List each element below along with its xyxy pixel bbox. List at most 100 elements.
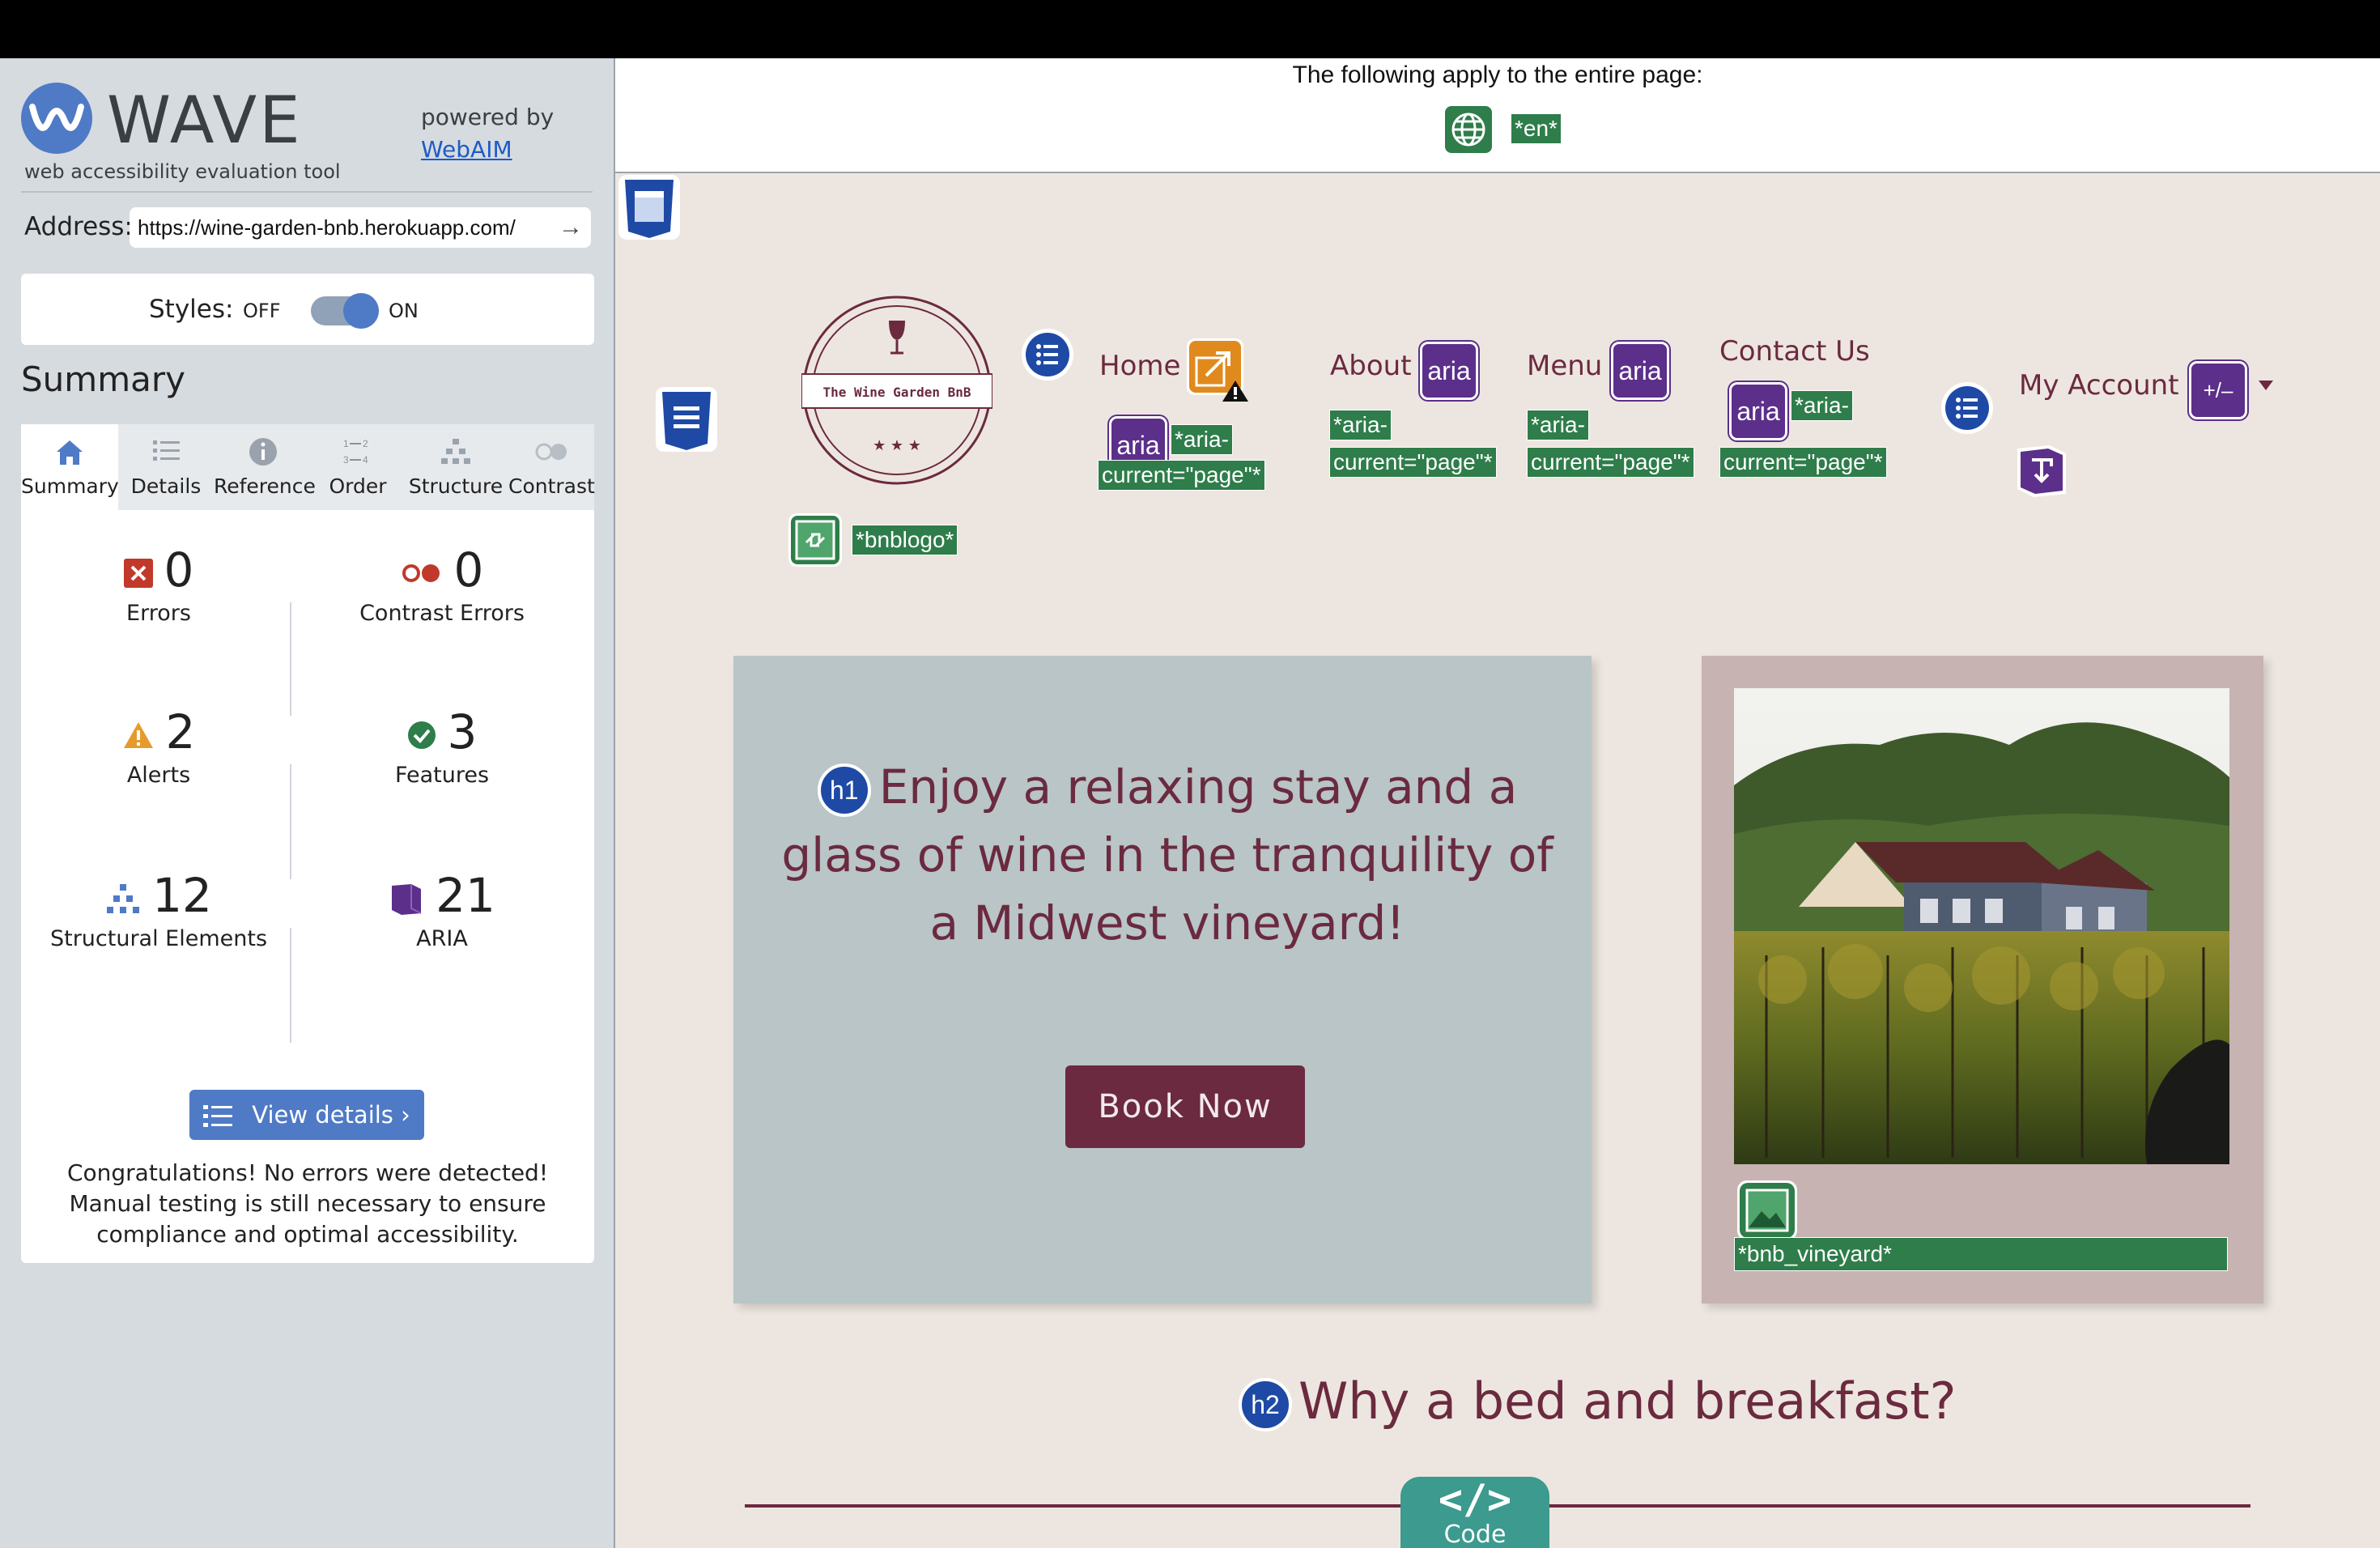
divider	[290, 928, 291, 1043]
contrast-errors-count: 0	[453, 542, 484, 598]
address-input[interactable]: https://wine-garden-bnb.herokuapp.com/ →	[130, 207, 591, 248]
stat-contrast-errors[interactable]: 0 Contrast Errors	[304, 542, 580, 626]
caret-down-icon[interactable]	[2259, 381, 2273, 390]
aria-icon[interactable]: aria	[1729, 382, 1787, 440]
summary-panel: 0 Errors 0 Contrast Errors 2 Alerts 3 Fe…	[21, 510, 594, 1263]
aria-current-tag: *aria-	[1171, 424, 1233, 455]
aria-icon	[392, 883, 422, 915]
stat-features[interactable]: 3 Features	[304, 704, 580, 788]
lang-tag: *en*	[1511, 113, 1562, 144]
vineyard-image-card: *bnb_vineyard*	[1702, 656, 2263, 1303]
html-structure-icon[interactable]	[618, 175, 680, 240]
image-alt-tag: *bnb_vineyard*	[1734, 1237, 2228, 1271]
svg-text:3: 3	[343, 454, 349, 466]
nav-structure-icon[interactable]	[656, 387, 717, 452]
arrow-right-icon[interactable]: →	[559, 207, 583, 248]
tab-contrast[interactable]: Contrast	[508, 424, 595, 510]
tab-reference[interactable]: Reference	[214, 424, 316, 510]
nav-menu[interactable]: Menu	[1527, 350, 1602, 382]
order-icon: 1 2 3 4	[343, 438, 368, 466]
errors-count: 0	[164, 542, 194, 598]
styles-toggle[interactable]	[311, 293, 379, 329]
tab-details[interactable]: Details	[118, 424, 214, 510]
alert-icon	[123, 721, 153, 748]
svg-text:4: 4	[363, 454, 368, 466]
h1-icon[interactable]: h1	[817, 763, 871, 817]
webaim-link[interactable]: WebAIM	[421, 136, 512, 163]
nav-my-account[interactable]: My Account	[2019, 369, 2179, 402]
address-label: Address:	[24, 212, 133, 241]
h2-icon[interactable]: h2	[1239, 1377, 1292, 1431]
aria-current-tag: *aria-	[1527, 410, 1589, 440]
page-preview: The following apply to the entire page: …	[615, 58, 2380, 1548]
tab-label: Structure	[408, 474, 504, 498]
error-icon	[123, 558, 153, 588]
alerts-count: 2	[165, 704, 196, 759]
wave-sidebar: WAVE web accessibility evaluation tool p…	[0, 58, 615, 1548]
section-heading-text: Why a bed and breakfast?	[1298, 1372, 1957, 1431]
styles-on-label: ON	[389, 300, 419, 322]
tab-structure[interactable]: Structure	[403, 424, 508, 510]
hero-heading-text: Enjoy a relaxing stay and a glass of win…	[781, 759, 1553, 950]
structure-icon	[107, 883, 140, 913]
aria-label: ARIA	[416, 926, 468, 951]
tab-summary[interactable]: Summary	[21, 424, 119, 510]
hero-heading: h1 Enjoy a relaxing stay and a glass of w…	[763, 753, 1572, 957]
image-icon[interactable]	[1737, 1180, 1797, 1240]
list-icon[interactable]	[1941, 382, 1993, 434]
logo-alt-tag: *bnblogo*	[852, 525, 958, 555]
styles-off-label: OFF	[243, 300, 281, 322]
wave-logo-icon	[21, 83, 92, 154]
nav-home[interactable]: Home	[1099, 350, 1180, 382]
summary-title: Summary	[21, 359, 185, 399]
errors-label: Errors	[126, 601, 191, 626]
info-icon	[249, 438, 277, 466]
contrast-error-icon	[402, 563, 440, 582]
aria-icon[interactable]: aria	[1611, 342, 1669, 400]
check-icon	[407, 721, 436, 749]
stat-aria[interactable]: 21 ARIA	[304, 868, 580, 951]
aria-current-tag: current="page"*	[1329, 447, 1497, 478]
stat-alerts[interactable]: 2 Alerts	[21, 704, 296, 788]
features-count: 3	[447, 704, 478, 759]
tab-label: Order	[329, 474, 387, 498]
powered-by-label: powered by	[421, 104, 555, 130]
structure-icon	[441, 439, 470, 464]
aria-icon[interactable]: aria	[1420, 342, 1478, 400]
view-details-button[interactable]: View details ›	[189, 1090, 424, 1140]
list-icon	[153, 440, 180, 461]
contrast-errors-label: Contrast Errors	[359, 601, 525, 626]
logo-stars: ★ ★ ★	[873, 437, 921, 454]
linked-image-icon[interactable]	[788, 513, 842, 567]
code-icon: </>	[1438, 1476, 1512, 1523]
book-now-button[interactable]: Book Now	[1065, 1065, 1305, 1148]
wave-tabs: Summary Details Reference 1234 Order Str…	[21, 424, 595, 510]
code-label: Code	[1443, 1520, 1507, 1548]
stat-structural[interactable]: 12 Structural Elements	[21, 868, 296, 951]
list-icon[interactable]	[1022, 329, 1073, 381]
aria-expanded-icon[interactable]: +/–	[2189, 361, 2247, 419]
tab-label: Details	[130, 474, 202, 498]
redundant-link-alert-icon[interactable]	[1187, 338, 1252, 403]
code-toggle-button[interactable]: </> Code	[1400, 1477, 1549, 1548]
alerts-label: Alerts	[126, 763, 191, 788]
nav-contact[interactable]: Contact Us	[1719, 335, 1870, 368]
aria-popup-icon[interactable]	[2012, 442, 2071, 500]
stat-errors[interactable]: 0 Errors	[21, 542, 296, 626]
wave-title: WAVE	[107, 83, 303, 158]
bnb-logo[interactable]: The Wine Garden BnB ★ ★ ★	[801, 295, 992, 486]
tab-label: Summary	[21, 474, 119, 498]
tab-order[interactable]: 1 2 3 4 Order	[312, 424, 403, 510]
congrats-message: Congratulations! No errors were detected…	[66, 1159, 549, 1248]
section-heading: h2 Why a bed and breakfast?	[1239, 1372, 1956, 1431]
home-icon	[57, 440, 83, 465]
globe-icon[interactable]	[1443, 104, 1494, 155]
contrast-icon	[535, 443, 567, 461]
nav-about[interactable]: About	[1330, 350, 1412, 382]
banner-text: The following apply to the entire page:	[1292, 62, 1703, 88]
aria-count: 21	[436, 868, 495, 923]
divider	[290, 764, 291, 879]
aria-current-tag: current="page"*	[1527, 447, 1694, 478]
aria-current-tag: current="page"*	[1098, 460, 1265, 491]
styles-label: Styles:	[149, 295, 234, 324]
